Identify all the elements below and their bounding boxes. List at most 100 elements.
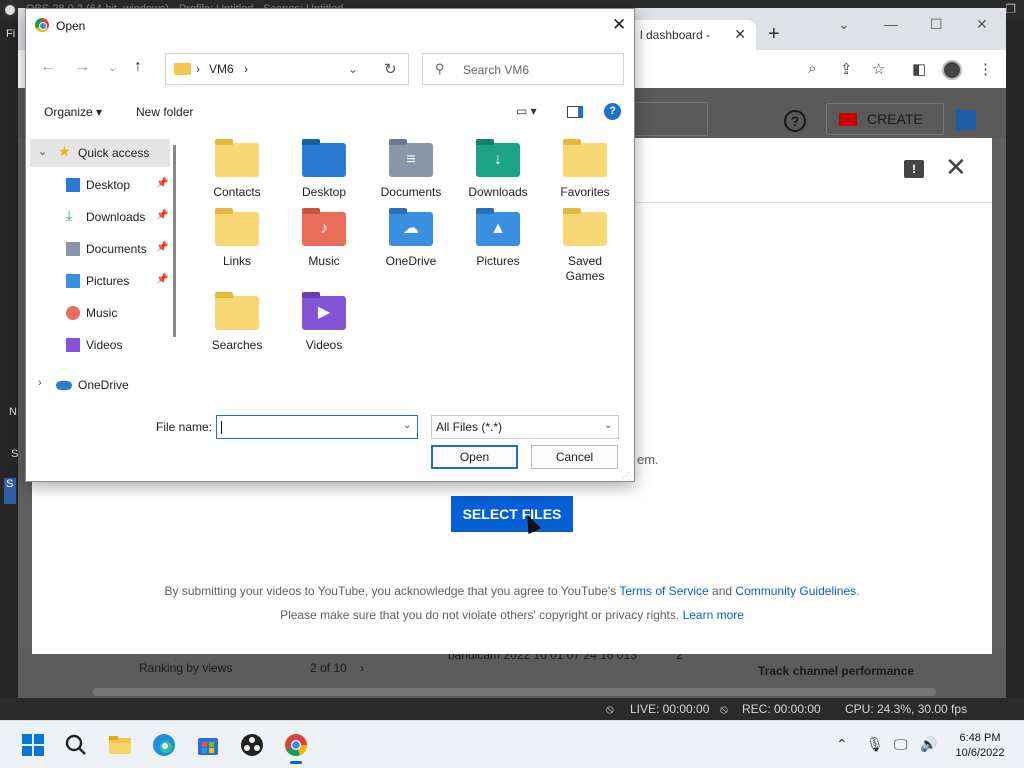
nav-pane-scrollbar[interactable] bbox=[173, 145, 176, 337]
file-explorer-icon[interactable] bbox=[108, 733, 132, 757]
modal-close-icon[interactable]: ✕ bbox=[945, 154, 967, 180]
chevron-down-icon[interactable]: ⌄ bbox=[604, 420, 612, 431]
nav-item-quick-access[interactable]: ⌄ ★ Quick access bbox=[30, 139, 170, 167]
file-item-favorites[interactable]: Favorites bbox=[545, 139, 625, 200]
nav-item-documents[interactable]: Documents 📌 bbox=[30, 235, 170, 263]
side-panel-icon[interactable]: ◧ bbox=[912, 60, 926, 78]
recent-locations-icon[interactable]: ⌄ bbox=[108, 61, 117, 74]
file-item-pictures[interactable]: ▲ Pictures bbox=[458, 208, 538, 269]
file-item-links[interactable]: Links bbox=[197, 208, 277, 269]
minimize-icon[interactable]: — bbox=[884, 16, 898, 32]
chevron-right-icon[interactable]: › bbox=[38, 377, 42, 389]
forward-arrow-icon[interactable]: → bbox=[74, 58, 90, 76]
terms-of-service-link[interactable]: Terms of Service bbox=[619, 584, 708, 598]
obs-left-panel: Fi N S S bbox=[0, 20, 18, 700]
nav-item-music[interactable]: Music bbox=[30, 299, 170, 327]
store-icon[interactable] bbox=[196, 733, 220, 757]
obs-menu-file[interactable]: Fi bbox=[6, 28, 15, 40]
track-performance-label: Track channel performance bbox=[758, 664, 915, 678]
obs-panel-selected[interactable]: S bbox=[4, 478, 16, 504]
apps-grid-icon[interactable] bbox=[956, 110, 976, 130]
browser-tab[interactable]: l dashboard - ✕ bbox=[628, 20, 756, 50]
upload-hint-text: em. bbox=[637, 452, 659, 467]
organize-menu[interactable]: Organize ▾ bbox=[44, 105, 102, 119]
chrome-icon[interactable] bbox=[284, 733, 308, 764]
nav-item-desktop[interactable]: Desktop 📌 bbox=[30, 171, 170, 199]
nav-item-pictures[interactable]: Pictures 📌 bbox=[30, 267, 170, 295]
view-options-icon[interactable]: ▭ ▾ bbox=[516, 104, 537, 118]
search-placeholder: Search VM6 bbox=[463, 63, 530, 77]
file-item-contacts[interactable]: Contacts bbox=[197, 139, 277, 200]
nav-item-videos[interactable]: Videos bbox=[30, 331, 170, 359]
help-icon[interactable]: ? bbox=[784, 110, 806, 132]
cancel-button[interactable]: Cancel bbox=[531, 445, 618, 469]
file-item-desktop[interactable]: Desktop bbox=[284, 139, 364, 200]
pictures-folder-icon: ▲ bbox=[476, 208, 520, 246]
search-icon: ⚲ bbox=[435, 61, 445, 76]
search-icon[interactable] bbox=[64, 733, 88, 757]
refresh-icon[interactable]: ↻ bbox=[384, 60, 397, 78]
help-icon[interactable]: ? bbox=[604, 103, 621, 120]
next-page-icon[interactable]: › bbox=[360, 661, 364, 675]
address-dropdown-icon[interactable]: ⌄ bbox=[348, 62, 358, 76]
volume-icon[interactable]: 🔊 bbox=[920, 736, 937, 753]
community-guidelines-link[interactable]: Community Guidelines bbox=[735, 584, 856, 598]
nav-item-onedrive[interactable]: › OneDrive bbox=[30, 371, 170, 399]
taskbar-clock[interactable]: 6:48 PM 10/6/2022 bbox=[950, 731, 1010, 761]
share-icon[interactable]: ⇪ bbox=[840, 60, 853, 78]
file-name-input[interactable]: ⌄ bbox=[216, 415, 418, 439]
horizontal-scrollbar[interactable] bbox=[93, 688, 936, 696]
chevron-down-icon[interactable]: ⌄ bbox=[403, 420, 411, 431]
profile-avatar[interactable] bbox=[942, 60, 962, 80]
search-input[interactable]: ⚲ Search VM6 bbox=[422, 53, 624, 85]
zoom-icon[interactable]: ⌕ bbox=[808, 60, 816, 77]
breadcrumb-vm6[interactable]: VM6 bbox=[209, 62, 234, 76]
file-item-searches[interactable]: Searches bbox=[197, 292, 277, 353]
file-type-select[interactable]: All Files (*.*) ⌄ bbox=[431, 415, 619, 439]
file-item-videos[interactable]: ▶ Videos bbox=[284, 292, 364, 353]
up-arrow-icon[interactable]: ↑ bbox=[134, 58, 142, 76]
select-files-button[interactable]: SELECT FILES bbox=[451, 496, 573, 532]
obs-restore-icon[interactable]: ❐ bbox=[1005, 2, 1016, 16]
nav-item-downloads[interactable]: ⤓ Downloads 📌 bbox=[30, 203, 170, 231]
close-icon[interactable]: ✕ bbox=[976, 16, 988, 33]
file-item-onedrive[interactable]: ☁ OneDrive bbox=[371, 208, 451, 269]
documents-icon bbox=[66, 242, 80, 256]
tab-close-icon[interactable]: ✕ bbox=[734, 26, 746, 43]
back-arrow-icon[interactable]: ← bbox=[40, 58, 56, 76]
obs-icon[interactable] bbox=[240, 733, 264, 757]
learn-more-link[interactable]: Learn more bbox=[683, 608, 744, 622]
new-folder-button[interactable]: New folder bbox=[136, 105, 193, 119]
preview-pane-icon[interactable] bbox=[567, 106, 583, 118]
create-label: CREATE bbox=[867, 111, 923, 127]
resize-grip-icon[interactable]: ⋰ bbox=[622, 471, 630, 480]
file-item-documents[interactable]: ≡ Documents bbox=[371, 139, 451, 200]
new-tab-button[interactable]: + bbox=[768, 24, 780, 44]
more-menu-icon[interactable]: ⋮ bbox=[978, 60, 993, 78]
file-item-saved-games[interactable]: Saved Games bbox=[545, 208, 625, 284]
address-bar[interactable]: › VM6 › ⌄ ↻ bbox=[165, 53, 409, 85]
edge-icon[interactable] bbox=[152, 733, 176, 757]
start-windows-icon[interactable] bbox=[21, 733, 45, 757]
command-bar: Organize ▾ New folder ▭ ▾ ? bbox=[26, 97, 634, 127]
folder-icon bbox=[563, 139, 607, 177]
show-hidden-icons-chevron[interactable]: ⌃ bbox=[836, 736, 848, 753]
ranking-pager: 2 of 10 bbox=[310, 661, 347, 675]
microphone-icon[interactable]: 🎙 bbox=[866, 736, 884, 753]
copyright-notice: Please make sure that you do not violate… bbox=[280, 608, 744, 622]
desktop-icon bbox=[66, 178, 80, 192]
dialog-close-icon[interactable]: ✕ bbox=[612, 15, 626, 35]
obs-status-bar: ⦸ LIVE: 00:00:00 ⦸ REC: 00:00:00 CPU: 24… bbox=[0, 697, 1024, 720]
youtube-search-box[interactable] bbox=[628, 102, 708, 136]
maximize-icon[interactable]: ☐ bbox=[930, 16, 943, 33]
feedback-icon[interactable]: ! bbox=[904, 160, 924, 178]
bookmark-star-icon[interactable]: ☆ bbox=[872, 60, 885, 78]
network-icon[interactable]: 🖵 bbox=[894, 736, 908, 753]
file-item-music[interactable]: ♪ Music bbox=[284, 208, 364, 269]
chevron-down-icon[interactable]: ⌄ bbox=[38, 145, 47, 158]
chrome-logo-icon bbox=[35, 18, 49, 32]
chevron-down-icon[interactable]: ⌄ bbox=[838, 16, 850, 33]
create-button[interactable]: CREATE bbox=[826, 103, 944, 135]
open-button[interactable]: Open bbox=[431, 445, 518, 469]
file-item-downloads[interactable]: ↓ Downloads bbox=[458, 139, 538, 200]
